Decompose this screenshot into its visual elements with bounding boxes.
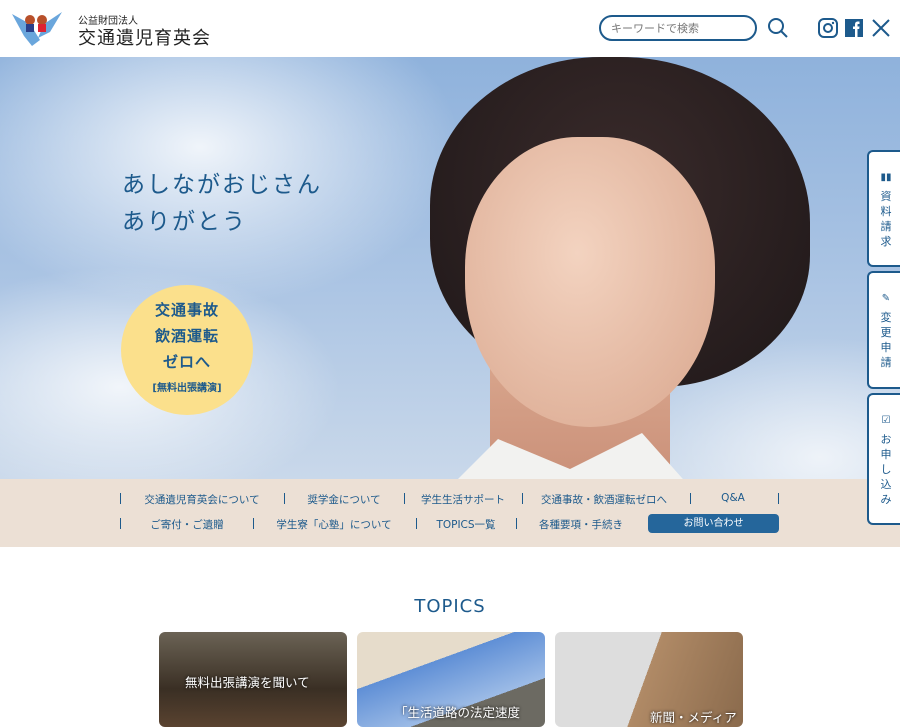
contact-button[interactable]: お問い合わせ [648,514,779,533]
topics-heading: TOPICS [414,596,486,617]
nav-scholarship[interactable]: 奨学金について [307,492,380,507]
nav-procedures[interactable]: 各種要項・手続き [539,517,623,532]
nav-donation[interactable]: ご寄付・ご遺贈 [150,517,224,532]
topic-card[interactable]: 「生活道路の法定速度 [357,632,545,727]
pencil-icon: ✎ [881,293,891,304]
search-icon[interactable] [767,17,789,39]
nav-qa[interactable]: Q&A [721,492,745,504]
nav-student-support[interactable]: 学生生活サポート [421,492,505,507]
org-name[interactable]: 交通遺児育英会 [78,24,211,50]
search-input[interactable] [599,15,757,41]
logo[interactable] [10,10,64,48]
side-tab-change-request[interactable]: ✎ 変更申請 [867,271,900,389]
main-nav: 交通遺児育英会について 奨学金について 学生生活サポート 交通事故・飲酒運転ゼロ… [0,479,900,547]
nav-about[interactable]: 交通遺児育英会について [144,492,259,507]
instagram-icon[interactable] [817,17,839,39]
form-edit-icon: ☑ [881,415,891,426]
side-tab-application[interactable]: ☑ お申し込み [867,393,900,525]
x-twitter-icon[interactable] [870,17,892,39]
side-tab-request-materials[interactable]: ▮▮ 資料請求 [867,150,900,267]
nav-topics-list[interactable]: TOPICS一覧 [436,517,495,532]
facebook-icon[interactable] [843,17,865,39]
header: 公益財団法人 交通遺児育英会 [0,0,900,57]
hero-banner: あしながおじさん ありがとう 交通事故 飲酒運転 ゼロへ [無料出張講演] [0,57,900,479]
book-icon: ▮▮ [880,172,892,183]
nav-dormitory[interactable]: 学生寮「心塾」について [276,517,391,532]
hero-catchphrase: あしながおじさん ありがとう [122,172,322,235]
zero-accident-badge[interactable]: 交通事故 飲酒運転 ゼロへ [無料出張講演] [121,285,253,415]
topic-card[interactable]: 新聞・メディア [555,632,743,727]
nav-zero-accidents[interactable]: 交通事故・飲酒運転ゼロへ [541,492,667,507]
topic-card[interactable]: 無料出張講演を聞いて [159,632,347,727]
